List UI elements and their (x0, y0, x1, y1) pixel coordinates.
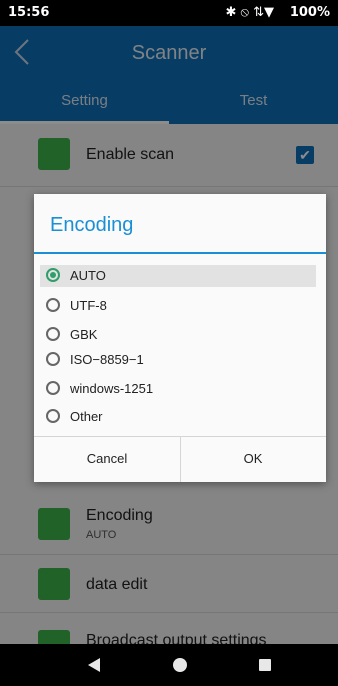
radio-icon (46, 409, 60, 423)
option-other[interactable]: Other (40, 406, 316, 428)
cancel-button[interactable]: Cancel (34, 436, 180, 482)
radio-icon (46, 352, 60, 366)
option-label: ISO−8859−1 (70, 352, 144, 367)
option-auto[interactable]: AUTO (40, 265, 316, 287)
radio-icon (46, 327, 60, 341)
battery-level: 100% (289, 5, 330, 20)
option-label: Other (70, 409, 103, 424)
option-label: AUTO (70, 268, 106, 283)
status-time: 15:56 (8, 5, 50, 20)
option-utf8[interactable]: UTF-8 (40, 295, 316, 317)
status-icons: ✱ ⦸ ⇅▼ (225, 5, 274, 20)
nav-back-icon[interactable] (88, 658, 100, 672)
status-bar: 15:56 ✱ ⦸ ⇅▼ 100% (0, 0, 338, 26)
nav-recents-icon[interactable] (259, 659, 271, 671)
option-iso-8859-1[interactable]: ISO−8859−1 (40, 349, 316, 371)
option-gbk[interactable]: GBK (40, 324, 316, 346)
option-label: GBK (70, 327, 98, 342)
option-windows-1251[interactable]: windows-1251 (40, 378, 316, 400)
option-label: UTF-8 (70, 298, 107, 313)
dialog-title-divider (34, 252, 326, 254)
radio-icon (46, 381, 60, 395)
ok-button[interactable]: OK (180, 436, 326, 482)
radio-icon (46, 298, 60, 312)
encoding-dialog: Encoding AUTO UTF-8 GBK ISO−8859−1 windo… (34, 194, 326, 482)
nav-home-icon[interactable] (173, 658, 187, 672)
system-nav-bar (0, 644, 338, 686)
option-label: windows-1251 (70, 381, 154, 396)
dialog-title: Encoding (50, 214, 134, 236)
radio-selected-icon (46, 268, 60, 282)
